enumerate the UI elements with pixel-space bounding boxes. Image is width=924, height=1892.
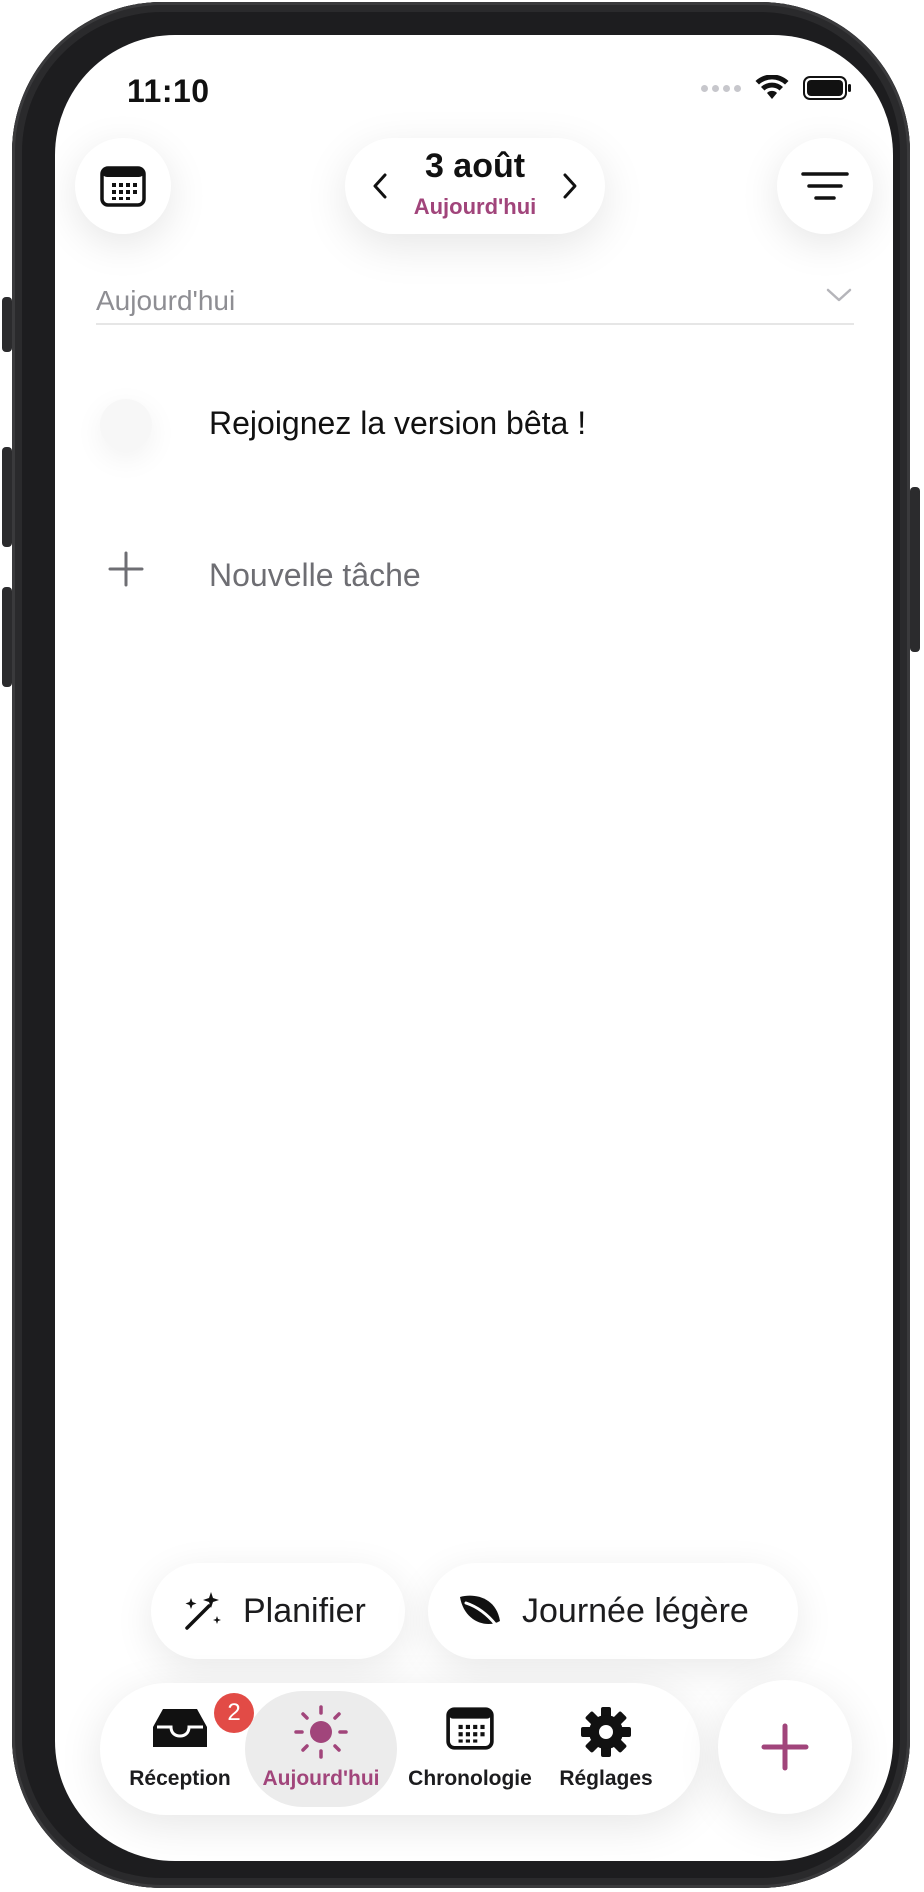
section-header[interactable]: Aujourd'hui	[96, 279, 854, 325]
gear-icon	[581, 1707, 631, 1757]
section-title: Aujourd'hui	[96, 285, 236, 316]
plus-icon	[108, 551, 144, 587]
plus-icon	[761, 1723, 809, 1771]
task-checkbox[interactable]	[100, 399, 152, 451]
status-time: 11:10	[127, 73, 210, 109]
app-screen: 11:10 3 août Aujourd'hui Aujourd'hui Rej…	[55, 35, 893, 1861]
tab-inbox[interactable]: Réception 2	[112, 1691, 254, 1807]
wifi-icon	[755, 75, 789, 99]
plan-button[interactable]: Planifier	[151, 1563, 405, 1659]
volume-down-button	[2, 587, 12, 687]
light-day-label: Journée légère	[522, 1591, 749, 1630]
inbox-icon	[153, 1709, 207, 1747]
tab-today-label: Aujourd'hui	[262, 1767, 380, 1790]
power-button	[910, 487, 920, 652]
calendar-icon	[446, 1707, 494, 1750]
status-indicators	[701, 75, 853, 101]
mute-switch	[2, 297, 12, 352]
magic-wand-icon	[185, 1592, 221, 1630]
battery-icon	[803, 76, 851, 100]
sun-icon	[294, 1705, 348, 1759]
tab-bar: Réception 2 Aujourd'hui Chronologie Régl…	[100, 1683, 700, 1815]
tab-timeline-label: Chronologie	[408, 1767, 532, 1790]
calendar-button[interactable]	[75, 138, 171, 234]
new-task-row[interactable]: Nouvelle tâche	[55, 535, 893, 615]
chevron-down-icon[interactable]	[826, 287, 852, 303]
chevron-right-icon[interactable]	[561, 172, 579, 200]
plan-label: Planifier	[243, 1591, 366, 1630]
new-task-label: Nouvelle tâche	[209, 557, 421, 593]
tab-settings-label: Réglages	[559, 1767, 653, 1790]
date-selector[interactable]: 3 août Aujourd'hui	[345, 138, 605, 234]
tab-today[interactable]: Aujourd'hui	[245, 1691, 397, 1807]
cellular-signal-icon	[701, 84, 741, 92]
add-task-button[interactable]	[718, 1680, 852, 1814]
volume-up-button	[2, 447, 12, 547]
filter-menu-button[interactable]	[777, 138, 873, 234]
light-day-button[interactable]: Journée légère	[428, 1563, 798, 1659]
tab-settings[interactable]: Réglages	[538, 1691, 674, 1807]
filter-lines-icon	[801, 172, 849, 200]
calendar-icon	[100, 166, 146, 207]
leaf-icon	[460, 1595, 500, 1627]
task-title: Rejoignez la version bêta !	[209, 405, 587, 441]
tab-timeline[interactable]: Chronologie	[402, 1691, 538, 1807]
task-row[interactable]: Rejoignez la version bêta !	[55, 375, 893, 475]
phone-frame: 11:10 3 août Aujourd'hui Aujourd'hui Rej…	[2, 2, 920, 1888]
